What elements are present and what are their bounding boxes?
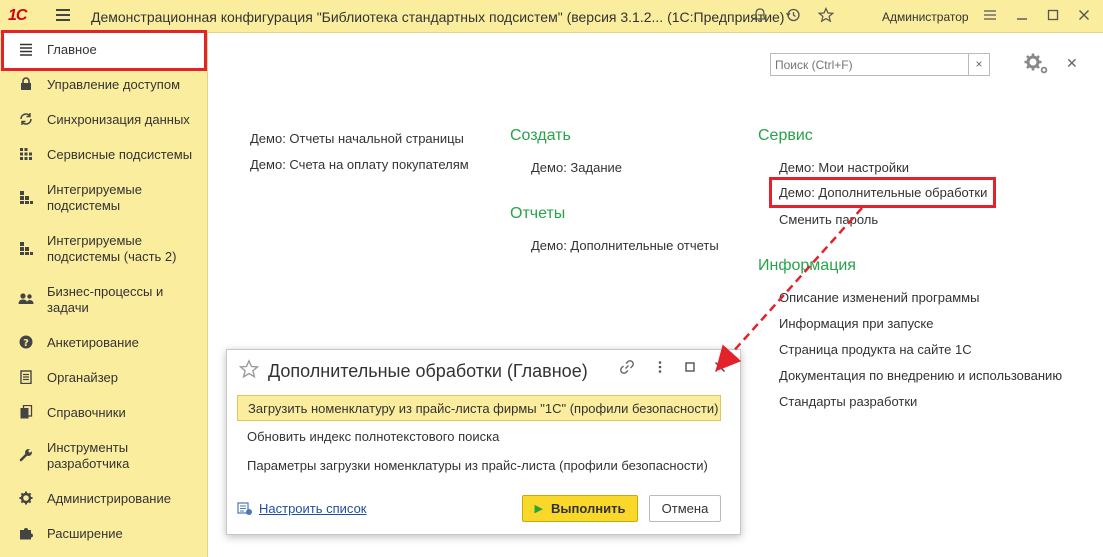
dialog-maximize-icon[interactable] [682,359,698,379]
lock-icon [18,77,34,93]
sidebar-item-label: Органайзер [47,370,118,385]
link-changes-description[interactable]: Описание изменений программы [779,290,979,305]
favorite-star-icon[interactable] [238,359,260,385]
sidebar-item-main[interactable]: Главное [0,42,207,62]
sidebar-item-administration[interactable]: Администрирование [0,491,207,511]
clear-search-icon[interactable]: × [968,54,989,75]
list-item[interactable]: Обновить индекс полнотекстового поиска [237,424,721,450]
configure-list-icon [237,501,253,516]
sidebar-item-integrated-2[interactable]: Интегрируемые подсистемы (часть 2) [0,233,207,269]
sidebar-item-access[interactable]: Управление доступом [0,77,207,97]
sidebar-item-label: Инструменты разработчика [47,440,130,471]
search-input[interactable] [771,54,969,75]
list-item[interactable]: Параметры загрузки номенклатуры из прайс… [237,453,721,479]
settings-gear-icon[interactable] [1022,52,1050,82]
main-menu-icon[interactable] [56,9,70,23]
additional-processing-dialog: Дополнительные обработки (Главное) Загру… [226,349,741,535]
menu-icon [18,42,34,58]
settings-lines-icon[interactable] [980,7,1000,27]
link-additional-reports[interactable]: Демо: Дополнительные отчеты [531,238,719,253]
sidebar-item-label: Сервисные подсистемы [47,147,193,162]
link-start-reports[interactable]: Демо: Отчеты начальной страницы [250,131,464,146]
title-bar: 1С Демонстрационная конфигурация "Библио… [0,0,1103,33]
sidebar-item-label: Анкетирование [47,335,139,350]
sidebar-item-organizer[interactable]: Органайзер [0,370,207,390]
sidebar-item-extension[interactable]: Расширение [0,526,207,546]
link-change-password[interactable]: Сменить пароль [779,212,878,227]
search-box: × [770,53,990,76]
list-item[interactable]: Загрузить номенклатуру из прайс-листа фи… [237,395,721,421]
cancel-button-label: Отмена [661,501,709,516]
sidebar-item-business-processes[interactable]: Бизнес-процессы и задачи [0,284,207,320]
minimize-icon[interactable] [1012,7,1032,27]
run-button[interactable]: ▶ Выполнить [522,495,638,522]
blocks-icon [18,190,34,206]
group-title-service: Сервис [758,127,813,144]
link-demo-task[interactable]: Демо: Задание [531,160,622,175]
users-icon [18,292,34,308]
window-title: Демонстрационная конфигурация "Библиотек… [91,9,785,25]
sidebar-item-label: Интегрируемые подсистемы (часть 2) [47,233,177,264]
bell-icon[interactable] [750,7,770,27]
link-startup-info[interactable]: Информация при запуске [779,316,934,331]
sidebar-item-survey[interactable]: ? Анкетирование [0,335,207,355]
maximize-icon[interactable] [1043,7,1063,27]
link-dev-standards[interactable]: Стандарты разработки [779,394,917,409]
dialog-close-icon[interactable] [712,359,728,379]
link-icon[interactable] [619,359,635,379]
star-icon[interactable] [816,7,836,27]
gear-icon [18,491,34,507]
highlight-box [769,177,996,208]
dialog-title: Дополнительные обработки (Главное) [268,361,588,381]
grid-icon [18,147,34,163]
group-title-reports: Отчеты [510,205,566,222]
sidebar-item-label: Бизнес-процессы и задачи [47,284,164,315]
sidebar-item-service-subsystems[interactable]: Сервисные подсистемы [0,147,207,167]
sidebar-item-label: Синхронизация данных [47,112,190,127]
sidebar-item-sync[interactable]: Синхронизация данных [0,112,207,132]
sidebar-item-integrated[interactable]: Интегрируемые подсистемы [0,182,207,218]
cancel-button[interactable]: Отмена [649,495,721,522]
close-icon[interactable] [1074,7,1094,27]
user-name[interactable]: Администратор [882,10,969,24]
link-deployment-docs[interactable]: Документация по внедрению и использовани… [779,368,1062,383]
panel-close-icon[interactable]: ✕ [1066,55,1078,72]
sync-icon [18,112,34,128]
sidebar-item-label: Расширение [47,526,123,541]
sidebar-item-label: Управление доступом [47,77,181,92]
sidebar-item-dev-tools[interactable]: Инструменты разработчика [0,440,207,476]
configure-list-link[interactable]: Настроить список [259,501,367,516]
group-title-info: Информация [758,257,856,274]
sidebar-item-catalogs[interactable]: Справочники [0,404,207,425]
sidebar: Главное Управление доступом Синхронизаци… [0,30,208,557]
wrench-icon [18,448,34,464]
link-product-page[interactable]: Страница продукта на сайте 1С [779,342,972,357]
puzzle-icon [18,526,34,542]
blocks-icon [18,241,34,257]
sidebar-item-label: Главное [47,42,97,57]
books-icon [18,404,34,421]
sidebar-item-label: Администрирование [47,491,171,506]
link-invoices[interactable]: Демо: Счета на оплату покупателям [250,157,469,172]
question-icon: ? [18,335,34,351]
play-icon: ▶ [534,503,544,515]
link-my-settings[interactable]: Демо: Мои настройки [779,160,909,175]
svg-text:?: ? [23,338,29,349]
more-actions-icon[interactable] [652,359,668,379]
group-title-create: Создать [510,127,571,144]
history-icon[interactable] [783,7,803,27]
app-logo: 1С [8,7,27,24]
sidebar-item-label: Справочники [47,405,126,420]
sidebar-item-label: Интегрируемые подсистемы [47,182,142,213]
configure-list[interactable]: Настроить список [237,501,367,516]
organizer-icon [18,370,34,386]
run-button-label: Выполнить [551,501,626,516]
